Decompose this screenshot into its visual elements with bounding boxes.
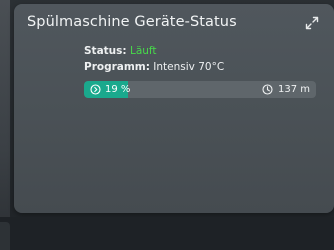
expand-arrows-icon [305,16,319,30]
expand-button[interactable] [303,14,321,32]
status-key: Status: [84,45,127,57]
program-line: Programm: Intensiv 70°C [84,59,324,75]
progress-percent: 19 % [90,81,130,98]
neighbor-card-left [0,0,10,250]
remaining-time-label: 137 m [277,84,310,95]
status-line: Status: Läuft [84,43,324,59]
remaining-time: 137 m [262,81,310,98]
progress-percent-label: 19 % [105,84,131,95]
progress-bar: 19 % 137 m [84,81,316,98]
card-title: Spülmaschine Geräte-Status [27,14,237,30]
clock-icon [262,84,273,95]
progress-circle-icon [90,84,101,95]
program-key: Programm: [84,61,150,73]
neighbor-card-bottom-left [0,222,10,250]
bottom-background [0,217,334,250]
program-value: Intensiv 70°C [153,61,225,73]
status-info: Status: Läuft Programm: Intensiv 70°C [84,43,324,75]
status-value: Läuft [129,45,157,57]
dishwasher-status-card: Spülmaschine Geräte-Status Status: Läuft… [14,4,334,213]
